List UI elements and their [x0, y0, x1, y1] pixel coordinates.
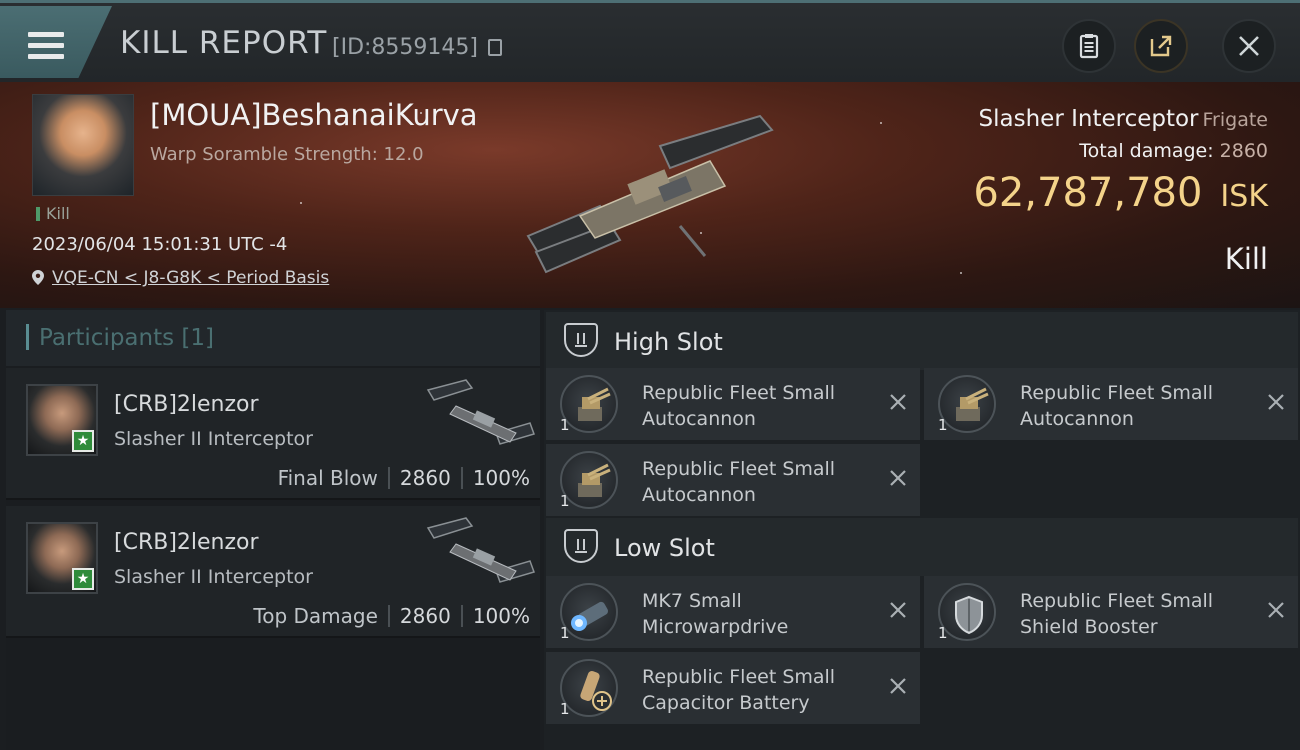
low-slot-header: Low Slot	[546, 518, 1298, 576]
menu-icon	[28, 32, 64, 59]
module-name: Republic Fleet Small Capacitor Battery	[642, 666, 836, 714]
participant-percent: 100%	[472, 466, 530, 490]
module-qty: 1	[560, 700, 570, 718]
isk-value: 62,787,780 ISK	[973, 170, 1268, 216]
participant-ship: Slasher II Interceptor	[114, 566, 313, 588]
isk-unit: ISK	[1220, 179, 1268, 214]
page-title: KILL REPORT	[120, 25, 328, 61]
warp-scramble-strength: Warp Soramble Strength: 12.0	[150, 144, 424, 165]
menu-button[interactable]	[0, 6, 112, 78]
low-slot-label: Low Slot	[614, 534, 715, 562]
top-bar: KILL REPORT [ID:8559145]	[0, 0, 1300, 82]
module-name: Republic Fleet Small Autocannon	[642, 382, 836, 430]
module-qty: 1	[560, 492, 570, 510]
module-item[interactable]: 1 Republic Fleet Small Capacitor Battery	[546, 652, 920, 724]
victim-banner: [MOUA]BeshanaiKurva Warp Soramble Streng…	[0, 82, 1300, 308]
destroyed-x-icon	[890, 602, 906, 618]
participant-role: Top Damage	[253, 604, 378, 628]
participants-header: Participants [1]	[6, 310, 540, 366]
participants-panel: Participants [1] ★ [CRB]2lenzor Slasher …	[6, 310, 540, 750]
destroyed-x-icon	[890, 470, 906, 486]
kill-location[interactable]: VQE-CN < J8-G8K < Period Basis	[32, 268, 329, 288]
participant-stats: Top Damage 2860 100%	[253, 604, 530, 628]
module-item[interactable]: 1 Republic Fleet Small Shield Booster	[924, 576, 1298, 648]
high-slot-icon	[564, 323, 598, 357]
high-slot-header: High Slot	[546, 312, 1298, 370]
participant-role: Final Blow	[277, 466, 378, 490]
location-pin-icon	[32, 270, 44, 285]
fitting-panel: High Slot 1 Republic Fleet Small Autocann…	[544, 310, 1300, 750]
module-qty: 1	[560, 416, 570, 434]
module-name: Republic Fleet Small Shield Booster	[1020, 590, 1214, 638]
participant-percent: 100%	[472, 604, 530, 628]
module-qty: 1	[560, 624, 570, 642]
module-item[interactable]: 1 Republic Fleet Small Autocannon	[546, 444, 920, 516]
participant-damage: 2860	[399, 604, 451, 628]
destroyed-x-icon	[1268, 602, 1284, 618]
high-slot-label: High Slot	[614, 328, 723, 356]
victim-portrait[interactable]	[32, 94, 134, 196]
participant-ship: Slasher II Interceptor	[114, 428, 313, 450]
star-badge-icon: ★	[72, 568, 94, 590]
module-qty: 1	[938, 624, 948, 642]
kill-tag: Kill	[36, 204, 70, 223]
result-label: Kill	[1224, 242, 1268, 276]
module-item[interactable]: 1 Republic Fleet Small Autocannon	[546, 368, 920, 440]
close-icon	[1239, 36, 1259, 56]
participant-name[interactable]: [CRB]2lenzor	[114, 530, 259, 555]
victim-ship[interactable]: Slasher Interceptor Frigate	[979, 106, 1268, 132]
module-qty: 1	[938, 416, 948, 434]
participant-stats: Final Blow 2860 100%	[278, 466, 530, 490]
isk-amount: 62,787,780	[973, 170, 1203, 216]
module-name: MK7 Small Microwarpdrive	[642, 590, 789, 638]
victim-name[interactable]: [MOUA]BeshanaiKurva	[150, 98, 478, 132]
participant-ship-icon	[426, 517, 535, 583]
destroyed-x-icon	[1268, 394, 1284, 410]
share-icon	[1150, 35, 1172, 57]
clipboard-button[interactable]	[1062, 19, 1116, 73]
victim-ship-render	[526, 114, 774, 274]
copy-icon[interactable]	[488, 39, 502, 56]
module-name: Republic Fleet Small Autocannon	[1020, 382, 1214, 430]
total-damage-value: 2860	[1219, 140, 1268, 162]
location-link[interactable]: VQE-CN < J8-G8K < Period Basis	[52, 268, 329, 288]
participant-row[interactable]: ★ [CRB]2lenzor Slasher II Interceptor To…	[6, 506, 540, 638]
star-badge-icon: ★	[72, 430, 94, 452]
participant-name[interactable]: [CRB]2lenzor	[114, 392, 259, 417]
share-button[interactable]	[1134, 19, 1188, 73]
total-damage-label: Total damage:	[1079, 140, 1214, 162]
participants-title: Participants [1]	[26, 324, 214, 351]
destroyed-x-icon	[890, 394, 906, 410]
module-item[interactable]: 1 Republic Fleet Small Autocannon	[924, 368, 1298, 440]
participant-ship-icon	[426, 379, 535, 445]
victim-ship-name: Slasher Interceptor	[978, 106, 1199, 132]
victim-ship-class: Frigate	[1202, 109, 1268, 131]
close-button[interactable]	[1222, 19, 1276, 73]
total-damage: Total damage: 2860	[1079, 140, 1268, 162]
module-item[interactable]: 1 MK7 Small Microwarpdrive	[546, 576, 920, 648]
kill-datetime: 2023/06/04 15:01:31 UTC -4	[32, 234, 288, 255]
destroyed-x-icon	[890, 678, 906, 694]
low-slot-icon	[564, 529, 598, 563]
participant-row[interactable]: ★ [CRB]2lenzor Slasher II Interceptor Fi…	[6, 368, 540, 500]
clipboard-icon	[1079, 34, 1099, 59]
participant-damage: 2860	[399, 466, 451, 490]
report-id: [ID:8559145]	[332, 35, 478, 60]
module-name: Republic Fleet Small Autocannon	[642, 458, 836, 506]
